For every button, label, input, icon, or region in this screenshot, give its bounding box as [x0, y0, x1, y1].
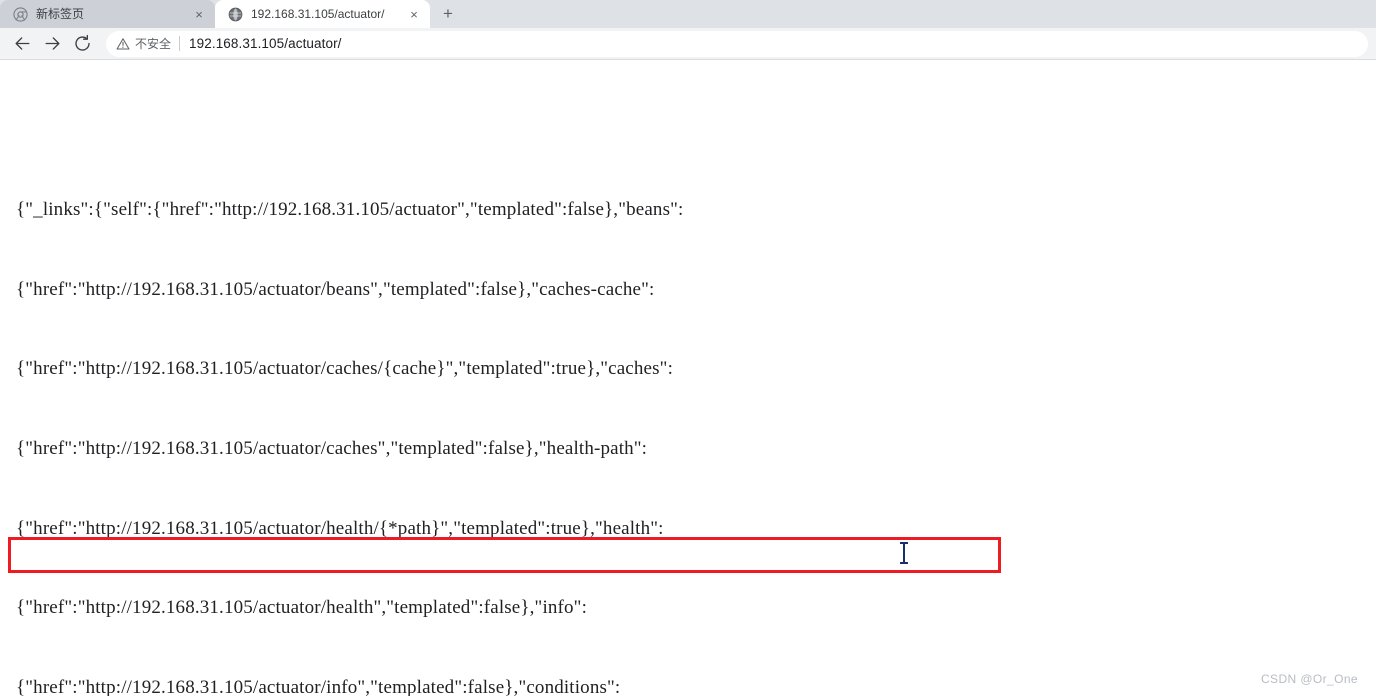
json-line: {"href":"http://192.168.31.105/actuator/… — [16, 676, 621, 696]
json-line: {"href":"http://192.168.31.105/actuator/… — [16, 278, 655, 300]
forward-icon[interactable] — [38, 30, 66, 58]
browser-toolbar: 不安全 192.168.31.105/actuator/ — [0, 28, 1376, 60]
json-line: {"href":"http://192.168.31.105/actuator/… — [16, 358, 674, 380]
browser-tab-new-tab-page[interactable]: 新标签页 × — [0, 0, 215, 28]
reload-icon[interactable] — [68, 30, 96, 58]
watermark: CSDN @Or_One — [1260, 672, 1358, 686]
close-icon[interactable]: × — [189, 4, 209, 24]
back-icon[interactable] — [8, 30, 36, 58]
address-bar[interactable]: 不安全 192.168.31.105/actuator/ — [106, 30, 1368, 57]
json-line: {"_links":{"self":{"href":"http://192.16… — [16, 199, 684, 221]
close-icon[interactable]: × — [404, 4, 424, 24]
omnibox-divider — [179, 36, 181, 51]
browser-window: 新标签页 × 192.168.31.105/actuator/ × + 不安全 … — [0, 0, 1376, 697]
tab-strip: 新标签页 × 192.168.31.105/actuator/ × + — [0, 0, 1376, 28]
tab-title: 新标签页 — [36, 7, 85, 21]
omnibox-url-text: 192.168.31.105/actuator/ — [189, 36, 342, 51]
globe-icon — [227, 6, 243, 22]
chrome-icon — [12, 6, 28, 22]
text-cursor-icon — [900, 542, 908, 564]
tab-title: 192.168.31.105/actuator/ — [251, 7, 385, 21]
page-viewport: {"_links":{"self":{"href":"http://192.16… — [0, 60, 1376, 696]
browser-tab-actuator[interactable]: 192.168.31.105/actuator/ × — [215, 0, 430, 28]
json-line: {"href":"http://192.168.31.105/actuator/… — [16, 517, 664, 539]
json-response-text[interactable]: {"_links":{"self":{"href":"http://192.16… — [16, 144, 824, 696]
new-tab-button[interactable]: + — [434, 0, 462, 28]
security-indicator[interactable]: 不安全 — [116, 35, 171, 52]
json-line: {"href":"http://192.168.31.105/actuator/… — [16, 597, 588, 619]
security-label: 不安全 — [135, 37, 172, 51]
warning-triangle-icon — [116, 37, 130, 51]
json-line: {"href":"http://192.168.31.105/actuator/… — [16, 438, 648, 460]
